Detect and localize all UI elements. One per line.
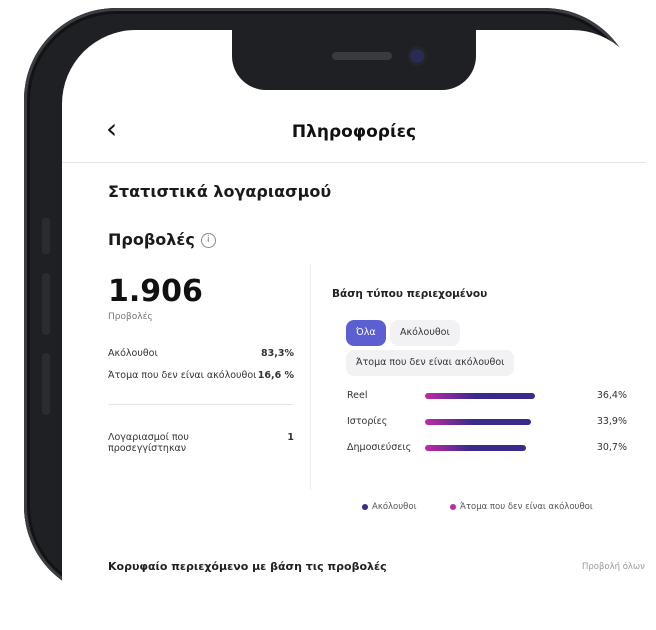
breakdown-title: Βάση τύπου περιεχομένου xyxy=(332,288,488,300)
stat-label: Άτομα που δεν είναι ακόλουθοι xyxy=(108,370,257,381)
filter-chip-all[interactable]: Όλα xyxy=(346,320,386,346)
bar-percent: 36,4% xyxy=(596,390,627,401)
legend-dot-non-followers xyxy=(450,503,456,510)
stat-label: Ακόλουθοι xyxy=(108,348,158,359)
phone-frame: ‹ Πληροφορίες Στατιστικά λογαριασμού Προ… xyxy=(24,8,646,630)
page-title: Πληροφορίες xyxy=(291,122,417,142)
header-divider xyxy=(62,162,646,163)
info-icon[interactable]: i xyxy=(200,233,216,248)
legend-label: Άτομα που δεν είναι ακόλουθοι xyxy=(460,502,593,512)
legend-followers: Ακόλουθοι xyxy=(362,502,416,512)
stat-value: 83,3% xyxy=(261,348,294,359)
bar-label: Reel xyxy=(347,390,368,401)
stat-value: 1 xyxy=(287,432,294,443)
stat-value: 16,6 % xyxy=(257,370,294,381)
views-count-label: Προβολές xyxy=(108,312,153,322)
bar-fill xyxy=(425,393,535,399)
see-all-link[interactable]: Προβολή όλων xyxy=(582,562,645,572)
views-heading-label: Προβολές xyxy=(108,230,195,249)
speaker xyxy=(332,52,392,60)
notch xyxy=(232,30,476,90)
phone-screen: ‹ Πληροφορίες Στατιστικά λογαριασμού Προ… xyxy=(62,30,646,630)
mute-switch xyxy=(42,218,50,254)
stat-label: Λογαριασμοί που προσεγγίστηκαν xyxy=(108,432,189,454)
views-count: 1.906 xyxy=(108,274,203,309)
legend-non-followers: Άτομα που δεν είναι ακόλουθοι xyxy=(450,502,593,512)
bar-percent: 33,9% xyxy=(596,416,627,427)
bar-fill xyxy=(425,445,526,451)
volume-down-button xyxy=(42,353,50,415)
nav-bar: ‹ Πληροφορίες xyxy=(62,110,646,154)
top-content-title: Κορυφαίο περιεχόμενο με βάση τις προβολέ… xyxy=(108,560,387,573)
views-heading: Προβολές i xyxy=(108,230,216,249)
legend-dot-followers xyxy=(362,503,368,510)
bar-percent: 30,7% xyxy=(596,442,627,453)
stat-divider xyxy=(108,404,294,405)
section-title: Στατιστικά λογαριασμού xyxy=(108,182,332,201)
filter-chip-followers[interactable]: Ακόλουθοι xyxy=(390,320,460,346)
bar-label: Ιστορίες xyxy=(347,416,388,427)
bar-label: Δημοσιεύσεις xyxy=(347,442,412,453)
filter-chip-non-followers[interactable]: Άτομα που δεν είναι ακόλουθοι xyxy=(346,350,515,376)
column-divider xyxy=(310,264,311,490)
bar-fill xyxy=(425,419,531,425)
volume-up-button xyxy=(42,273,50,335)
camera-icon xyxy=(410,49,424,63)
legend-label: Ακόλουθοι xyxy=(372,502,417,512)
